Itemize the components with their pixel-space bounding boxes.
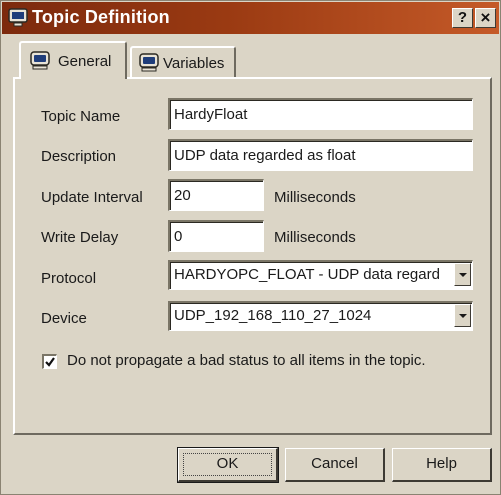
- protocol-value: HARDYOPC_FLOAT - UDP data regard: [174, 266, 440, 283]
- protocol-label: Protocol: [41, 270, 97, 287]
- update-interval-unit: Milliseconds: [274, 189, 356, 206]
- update-interval-label: Update Interval: [41, 189, 143, 206]
- update-interval-input[interactable]: 20: [168, 179, 264, 211]
- device-value: UDP_192_168_110_27_1024: [174, 307, 372, 324]
- write-delay-unit: Milliseconds: [274, 229, 356, 246]
- protocol-dropdown-button[interactable]: [454, 263, 471, 286]
- topic-definition-dialog: Topic Definition ? × General Variables T…: [0, 0, 501, 495]
- general-tab-panel: [13, 77, 492, 435]
- window-title: Topic Definition: [32, 7, 170, 27]
- topic-name-input[interactable]: HardyFloat: [168, 98, 473, 130]
- help-button[interactable]: Help: [392, 448, 492, 482]
- close-button[interactable]: ×: [475, 8, 496, 28]
- device-label: Device: [41, 310, 87, 327]
- write-delay-input[interactable]: 0: [168, 220, 264, 252]
- tab-variables-label: Variables: [163, 55, 225, 72]
- tab-variables[interactable]: Variables: [130, 46, 236, 79]
- description-input[interactable]: UDP data regarded as float: [168, 139, 473, 171]
- topic-name-label: Topic Name: [41, 108, 121, 125]
- write-delay-label: Write Delay: [41, 229, 119, 246]
- computer-icon: [30, 51, 50, 70]
- device-dropdown-button[interactable]: [454, 304, 471, 327]
- tab-general[interactable]: General: [19, 41, 127, 79]
- chevron-down-icon: [459, 314, 467, 318]
- protocol-select[interactable]: HARDYOPC_FLOAT - UDP data regard: [168, 260, 473, 290]
- help-title-button[interactable]: ?: [452, 8, 473, 28]
- propagate-label[interactable]: Do not propagate a bad status to all ite…: [67, 352, 426, 369]
- propagate-checkbox[interactable]: [42, 354, 57, 369]
- app-window-icon: [8, 8, 28, 27]
- chevron-down-icon: [459, 273, 467, 277]
- title-bar[interactable]: Topic Definition ? ×: [2, 2, 499, 34]
- description-label: Description: [41, 148, 117, 165]
- device-select[interactable]: UDP_192_168_110_27_1024: [168, 301, 473, 331]
- ok-button[interactable]: OK: [177, 447, 279, 483]
- cancel-button[interactable]: Cancel: [285, 448, 385, 482]
- tab-general-label: General: [58, 53, 112, 70]
- checkmark-icon: [45, 357, 55, 367]
- computer-icon: [139, 53, 159, 72]
